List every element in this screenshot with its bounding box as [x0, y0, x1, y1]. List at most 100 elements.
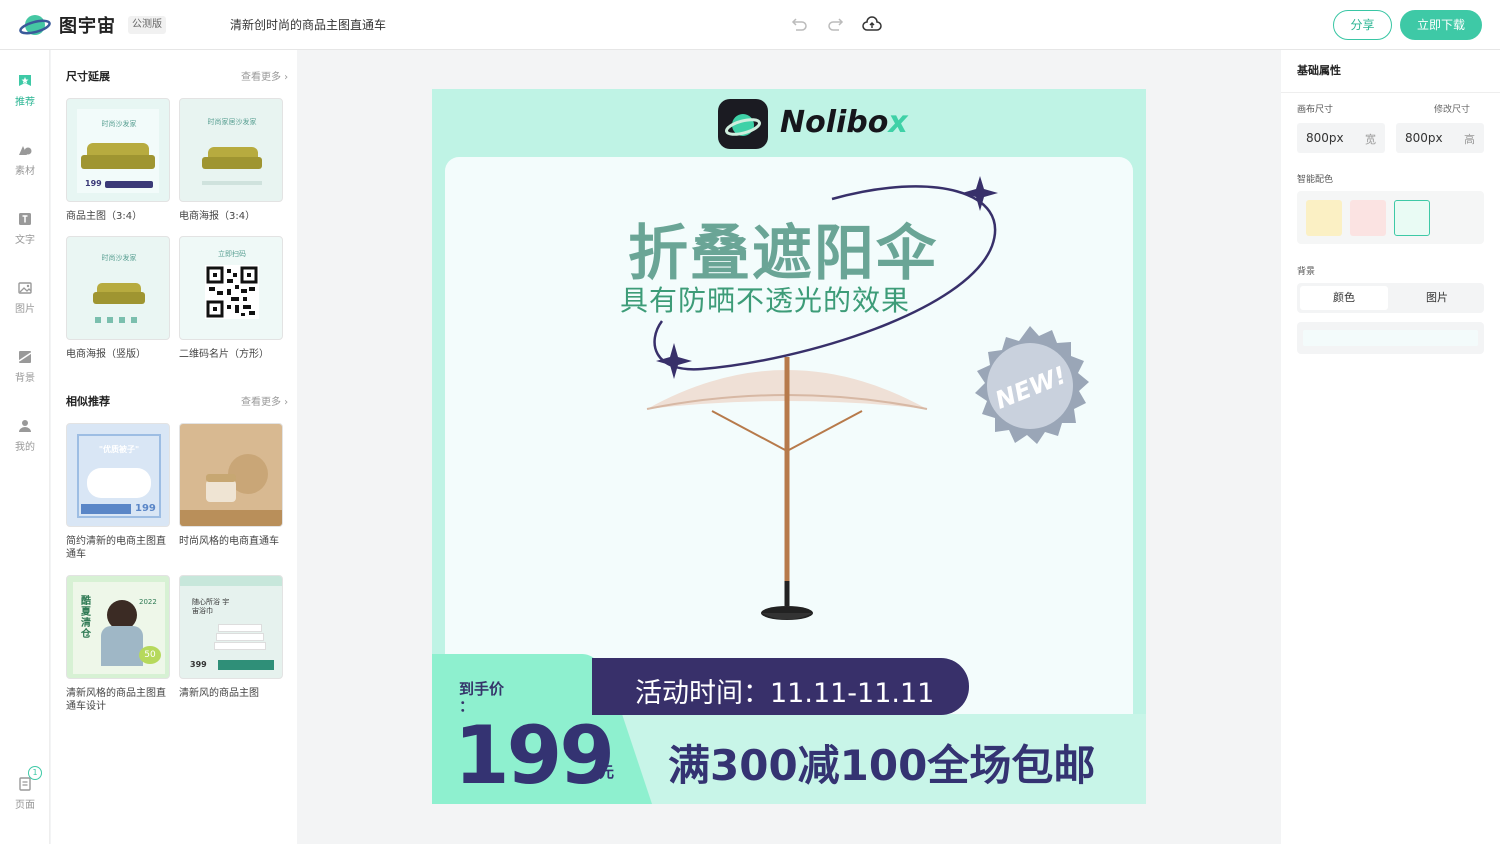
promo-text[interactable]: 满300减100全场包邮 — [668, 732, 1095, 793]
event-time-text[interactable]: 活动时间：11.11-11.11 — [635, 671, 934, 710]
pages-icon — [19, 777, 31, 791]
template-card-label: 电商海报（3:4） — [179, 211, 256, 222]
more-link-size-extension[interactable]: 查看更多 › — [241, 68, 288, 83]
section-title-similar: 相似推荐 — [66, 395, 110, 408]
rail-item-mine[interactable]: 我的 — [0, 419, 50, 453]
height-value: 800px — [1405, 131, 1443, 145]
new-badge-icon[interactable]: NEW! — [967, 324, 1093, 450]
umbrella-product-image[interactable] — [642, 351, 932, 636]
rail-label: 素材 — [15, 166, 35, 177]
background-icon — [18, 351, 32, 363]
thumb-year: 2022 — [139, 598, 157, 606]
height-field[interactable]: 800px 高 — [1396, 123, 1484, 153]
properties-panel: 基础属性 画布尺寸 修改尺寸 800px 宽 800px 高 智能配色 背景 颜… — [1281, 50, 1500, 844]
template-card[interactable]: 随心所浴 宇宙浴巾 399 清新风的商品主图 — [179, 575, 283, 700]
background-type-toggle: 颜色 图片 — [1297, 283, 1484, 313]
image-icon — [18, 282, 32, 294]
tab-color[interactable]: 颜色 — [1300, 286, 1388, 310]
width-value: 800px — [1306, 131, 1344, 145]
page-count-badge: 1 — [28, 766, 42, 780]
thumb-price: 399 — [190, 660, 207, 669]
rail-item-image[interactable]: 图片 — [0, 281, 50, 315]
background-label: 背景 — [1297, 267, 1316, 277]
properties-title: 基础属性 — [1297, 64, 1341, 77]
rail-item-text[interactable]: 文字 — [0, 212, 50, 246]
template-card[interactable]: 时尚家居沙发家 电商海报（3:4） — [179, 98, 283, 223]
thumb-title: 立即扫码 — [218, 250, 246, 258]
text-icon — [19, 213, 31, 225]
template-thumbnail: 酷夏清仓 2022 50 — [66, 575, 170, 679]
template-thumbnail — [179, 423, 283, 527]
undo-icon[interactable] — [788, 14, 810, 36]
template-card-label: 商品主图（3:4） — [66, 211, 143, 222]
thumb-price: 199 — [135, 503, 156, 514]
cloud-save-icon[interactable] — [861, 14, 883, 36]
thumb-title: "优质被子" — [98, 445, 140, 454]
wordmark-x: x — [888, 105, 908, 140]
template-thumbnail: "优质被子" 199 — [66, 423, 170, 527]
template-thumbnail: 时尚家居沙发家 — [179, 98, 283, 202]
price-unit[interactable]: 元 — [599, 761, 614, 782]
thumb-price: 199 — [85, 179, 102, 188]
rail-item-recommend[interactable]: 推荐 — [0, 74, 50, 108]
template-thumbnail: 立即扫码 — [179, 236, 283, 340]
background-color-preview — [1303, 330, 1478, 346]
height-unit: 高 — [1464, 133, 1475, 146]
template-thumbnail: 时尚沙发家 — [66, 236, 170, 340]
rail-item-pages[interactable]: 页面 — [0, 777, 50, 811]
template-card[interactable]: 时尚沙发家 199 商品主图（3:4） — [66, 98, 170, 223]
template-card[interactable]: 时尚沙发家 电商海报（竖版） — [66, 236, 170, 361]
width-unit: 宽 — [1365, 133, 1376, 146]
section-title-size-extension: 尺寸延展 — [66, 70, 110, 83]
template-panel: 尺寸延展 查看更多 › 时尚沙发家 199 商品主图（3:4） 时尚家居沙发家 … — [51, 50, 297, 844]
template-card-label: 清新风格的商品主图直通车设计 — [66, 688, 166, 712]
color-swatch-selected[interactable] — [1394, 200, 1430, 236]
template-card[interactable]: 酷夏清仓 2022 50 清新风格的商品主图直通车设计 — [66, 575, 170, 713]
template-card[interactable]: 立即扫码 二维码名片（方形） — [179, 236, 283, 361]
template-thumbnail: 随心所浴 宇宙浴巾 399 — [179, 575, 283, 679]
share-button[interactable]: 分享 — [1333, 10, 1392, 40]
rail-item-material[interactable]: 素材 — [0, 143, 50, 177]
thumb-percent: 50 — [139, 646, 161, 664]
template-card-label: 清新风的商品主图 — [179, 688, 259, 699]
rail-label: 背景 — [15, 373, 35, 384]
more-label: 查看更多 — [241, 72, 281, 83]
document-title[interactable]: 清新创时尚的商品主图直通车 — [230, 16, 386, 33]
rail-label: 页面 — [15, 800, 35, 811]
edit-size-link[interactable]: 修改尺寸 — [1434, 102, 1470, 115]
color-swatch[interactable] — [1350, 200, 1386, 236]
width-field[interactable]: 800px 宽 — [1297, 123, 1385, 153]
user-icon — [19, 420, 31, 432]
download-button[interactable]: 立即下载 — [1400, 10, 1482, 40]
thumb-title: 酷夏清仓 — [81, 596, 91, 640]
template-card[interactable]: 时尚风格的电商直通车 — [179, 423, 283, 548]
smart-color-label: 智能配色 — [1297, 175, 1334, 185]
more-link-similar[interactable]: 查看更多 › — [241, 393, 288, 408]
thumb-title: 时尚沙发家 — [101, 254, 137, 262]
template-card-label: 时尚风格的电商直通车 — [179, 536, 279, 547]
recommend-icon — [19, 75, 31, 86]
rail-item-background[interactable]: 背景 — [0, 350, 50, 384]
nolibox-wordmark[interactable]: Nolibox — [780, 105, 908, 140]
background-color-picker[interactable] — [1297, 322, 1484, 354]
nolibox-logo-icon[interactable] — [718, 99, 768, 149]
thumb-title: 时尚沙发家 — [101, 120, 137, 128]
orbit-swoosh-icon[interactable] — [642, 171, 1012, 381]
divider — [1281, 92, 1500, 93]
rail-label: 图片 — [15, 304, 35, 315]
thumb-title: 时尚家居沙发家 — [207, 118, 257, 126]
redo-icon[interactable] — [825, 14, 847, 36]
wordmark-text: Nolibo — [780, 105, 889, 140]
rail-label: 推荐 — [15, 97, 35, 108]
planet-logo-icon[interactable] — [19, 12, 51, 38]
design-canvas[interactable]: Nolibox 折叠遮阳伞 具有防晒不透光的效果 NEW! 活动时间：11.11… — [432, 89, 1146, 804]
canvas-size-label: 画布尺寸 — [1297, 105, 1334, 115]
color-swatch[interactable] — [1306, 200, 1342, 236]
color-scheme-row — [1297, 191, 1484, 244]
brand-name: 图宇宙 — [59, 16, 116, 37]
price-value[interactable]: 199 — [454, 709, 615, 802]
rail-label: 文字 — [15, 235, 35, 246]
template-card-label: 二维码名片（方形） — [179, 349, 269, 360]
template-card[interactable]: "优质被子" 199 简约清新的电商主图直通车 — [66, 423, 170, 561]
tab-image[interactable]: 图片 — [1393, 286, 1481, 310]
